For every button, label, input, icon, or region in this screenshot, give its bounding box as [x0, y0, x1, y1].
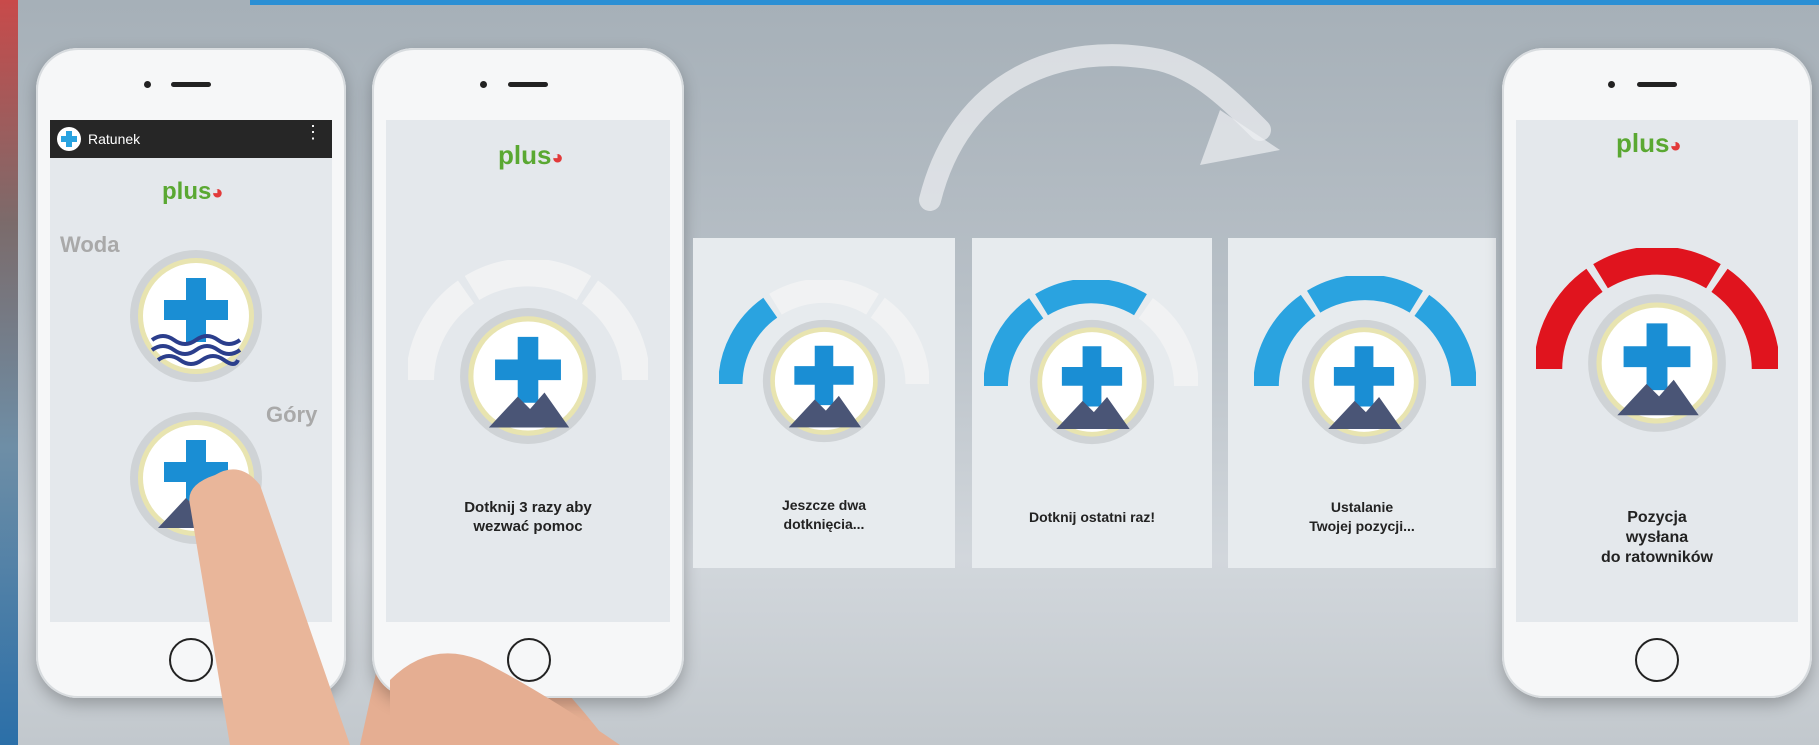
brand-mark-icon: ◕ — [551, 147, 564, 169]
app-logo-icon — [57, 127, 81, 151]
home-button[interactable] — [1635, 638, 1679, 682]
step-panel-4: Ustalanie Twojej pozycji... — [1228, 238, 1496, 568]
step-caption: Ustalanie Twojej pozycji... — [1309, 499, 1415, 534]
brand-logo: plus◕ — [498, 140, 564, 170]
rescue-call-button[interactable] — [1028, 318, 1156, 446]
brand-logo: plus◕ — [162, 178, 224, 205]
step-caption: Dotknij 3 razy aby wezwać pomoc — [464, 499, 592, 535]
progress-arrow-icon — [919, 44, 1280, 211]
step-caption: Pozycja wysłana do ratowników — [1601, 509, 1713, 566]
label-mountains: Góry — [266, 402, 318, 427]
rescue-call-button[interactable] — [1586, 292, 1728, 434]
finger-illustration — [390, 653, 620, 745]
step-panel-2: Jeszcze dwa dotknięcia... — [693, 238, 955, 568]
phone-screen: plus◕ Pozycja wysłana do ratowników — [1516, 120, 1798, 622]
phone-step-1: plus◕ Dotknij 3 razy aby wezwać pomoc — [372, 48, 684, 698]
app-title-bar: Ratunek ⋮ — [50, 120, 332, 158]
water-rescue-button[interactable] — [128, 248, 264, 384]
more-vert-icon[interactable]: ⋮ — [304, 123, 322, 141]
phone-screen: plus◕ Dotknij 3 razy aby wezwać pomoc — [386, 120, 670, 622]
rescue-call-button[interactable] — [761, 318, 887, 444]
step-caption: Dotknij ostatni raz! — [1028, 509, 1155, 525]
step-panel-3: Dotknij ostatni raz! — [972, 238, 1212, 568]
app-title: Ratunek — [88, 131, 141, 147]
background-photo-edge — [0, 0, 18, 745]
label-water: Woda — [60, 232, 120, 257]
brand-mark-icon: ◕ — [1669, 135, 1682, 157]
phone-position-sent: plus◕ Pozycja wysłana do ratowników — [1502, 48, 1812, 698]
rescue-call-button[interactable] — [458, 306, 598, 446]
brand-mark-icon: ◕ — [211, 182, 224, 204]
step-caption: Jeszcze dwa dotknięcia... — [781, 497, 867, 532]
rescue-call-button[interactable] — [1300, 318, 1428, 446]
brand-logo: plus◕ — [1616, 128, 1682, 158]
